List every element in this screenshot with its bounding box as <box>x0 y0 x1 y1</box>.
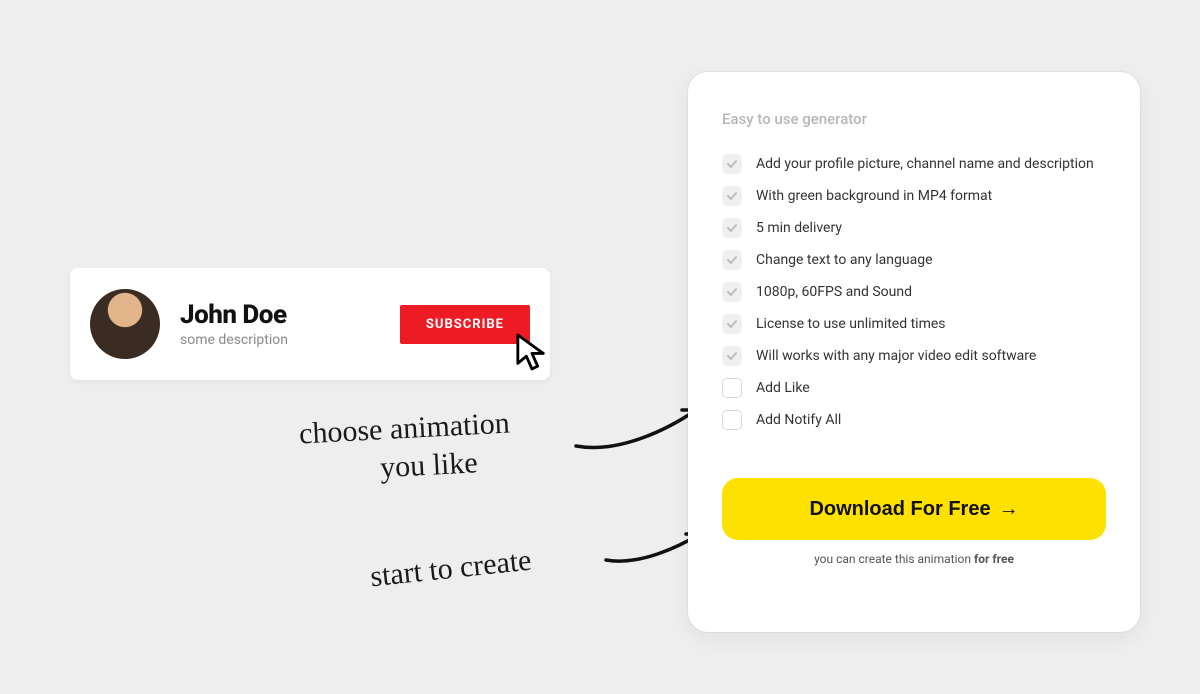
footnote-bold: for free <box>974 552 1014 566</box>
feature-label: Change text to any language <box>756 252 933 268</box>
feature-item: Add Like <box>722 378 1106 398</box>
panel-title: Easy to use generator <box>722 110 1106 128</box>
arrow-right-icon: → <box>999 498 1019 521</box>
feature-list: Add your profile picture, channel name a… <box>722 154 1106 430</box>
footnote-text: you can create this animation <box>814 552 974 566</box>
feature-item: With green background in MP4 format <box>722 186 1106 206</box>
feature-label: License to use unlimited times <box>756 316 946 332</box>
download-button[interactable]: Download For Free → <box>722 478 1106 540</box>
checkbox[interactable] <box>722 378 742 398</box>
annotation-start: start to create <box>368 542 533 596</box>
feature-item: 5 min delivery <box>722 218 1106 238</box>
feature-item: 1080p, 60FPS and Sound <box>722 282 1106 302</box>
check-icon <box>722 186 742 206</box>
check-icon <box>722 282 742 302</box>
checkbox[interactable] <box>722 410 742 430</box>
feature-label: 1080p, 60FPS and Sound <box>756 284 912 300</box>
feature-label: 5 min delivery <box>756 220 842 236</box>
feature-item: Add Notify All <box>722 410 1106 430</box>
check-icon <box>722 346 742 366</box>
generator-panel: Easy to use generator Add your profile p… <box>688 72 1140 632</box>
feature-item: Add your profile picture, channel name a… <box>722 154 1106 174</box>
channel-text: John Doe some description <box>180 300 400 348</box>
footnote: you can create this animation for free <box>722 552 1106 566</box>
feature-item: Will works with any major video edit sof… <box>722 346 1106 366</box>
avatar <box>90 289 160 359</box>
channel-description: some description <box>180 332 400 348</box>
check-icon <box>722 250 742 270</box>
channel-name: John Doe <box>180 300 400 330</box>
check-icon <box>722 218 742 238</box>
annotation-choose: choose animation you like <box>298 405 512 491</box>
feature-label: Add your profile picture, channel name a… <box>756 156 1094 172</box>
subscribe-button[interactable]: SUBSCRIBE <box>400 305 530 344</box>
check-icon <box>722 314 742 334</box>
feature-label: With green background in MP4 format <box>756 188 992 204</box>
check-icon <box>722 154 742 174</box>
feature-label: Add Notify All <box>756 412 841 428</box>
feature-label: Add Like <box>756 380 810 396</box>
feature-item: License to use unlimited times <box>722 314 1106 334</box>
feature-label: Will works with any major video edit sof… <box>756 348 1036 364</box>
download-button-label: Download For Free <box>809 498 990 521</box>
feature-item: Change text to any language <box>722 250 1106 270</box>
subscribe-preview-card: John Doe some description SUBSCRIBE <box>70 268 550 380</box>
